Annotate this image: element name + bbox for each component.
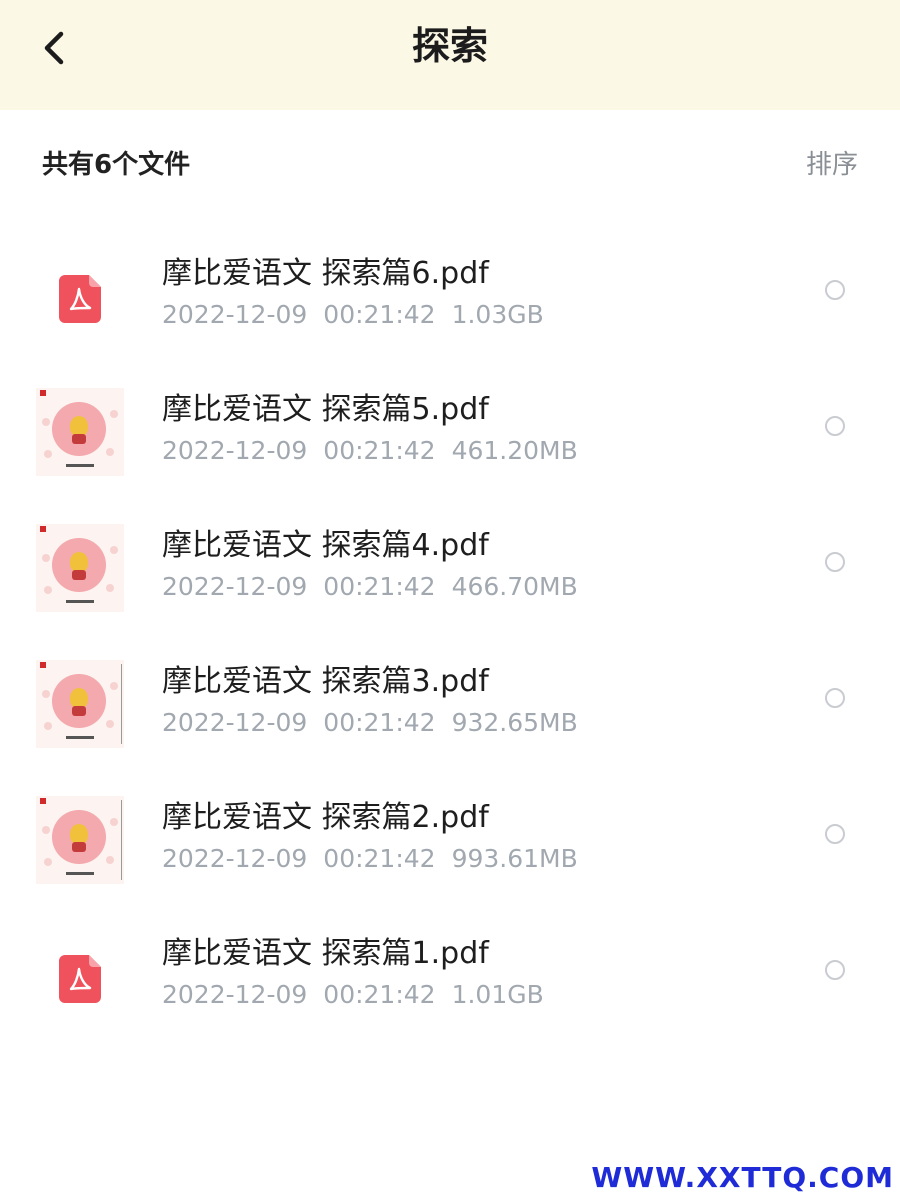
file-row[interactable]: 摩比爱语文 探索篇4.pdf 2022-12-09 00:21:42 466.70MB bbox=[0, 512, 900, 648]
select-radio[interactable] bbox=[825, 824, 845, 844]
file-time: 00:21:42 bbox=[323, 300, 436, 329]
file-time: 00:21:42 bbox=[323, 436, 436, 465]
file-meta: 2022-12-09 00:21:42 1.01GB bbox=[162, 978, 544, 1012]
select-radio[interactable] bbox=[825, 280, 845, 300]
file-size: 993.61MB bbox=[451, 844, 578, 873]
top-bar: 探索 bbox=[0, 0, 900, 110]
file-time: 00:21:42 bbox=[323, 572, 436, 601]
file-meta: 2022-12-09 00:21:42 993.61MB bbox=[162, 842, 578, 876]
file-size: 1.03GB bbox=[451, 300, 544, 329]
file-row[interactable]: 摩比爱语文 探索篇1.pdf 2022-12-09 00:21:42 1.01GB bbox=[0, 920, 900, 1056]
pdf-file-icon bbox=[59, 955, 101, 1003]
file-size: 466.70MB bbox=[451, 572, 578, 601]
file-date: 2022-12-09 bbox=[162, 844, 308, 873]
file-size: 932.65MB bbox=[451, 708, 578, 737]
file-name: 摩比爱语文 探索篇2.pdf bbox=[162, 800, 489, 835]
select-radio[interactable] bbox=[825, 552, 845, 572]
file-size: 461.20MB bbox=[451, 436, 578, 465]
file-name: 摩比爱语文 探索篇5.pdf bbox=[162, 392, 489, 427]
file-meta: 2022-12-09 00:21:42 932.65MB bbox=[162, 706, 578, 740]
file-row[interactable]: 摩比爱语文 探索篇6.pdf 2022-12-09 00:21:42 1.03GB bbox=[0, 240, 900, 376]
file-date: 2022-12-09 bbox=[162, 436, 308, 465]
book-cover-thumbnail bbox=[36, 660, 124, 748]
file-name: 摩比爱语文 探索篇6.pdf bbox=[162, 256, 489, 291]
file-meta: 2022-12-09 00:21:42 461.20MB bbox=[162, 434, 578, 468]
file-date: 2022-12-09 bbox=[162, 980, 308, 1009]
file-count: 共有6个文件 bbox=[42, 150, 191, 180]
file-date: 2022-12-09 bbox=[162, 300, 308, 329]
sort-button[interactable]: 排序 bbox=[806, 146, 858, 184]
file-date: 2022-12-09 bbox=[162, 708, 308, 737]
pdf-file-icon bbox=[59, 275, 101, 323]
file-row[interactable]: 摩比爱语文 探索篇3.pdf 2022-12-09 00:21:42 932.65MB bbox=[0, 648, 900, 784]
select-radio[interactable] bbox=[825, 688, 845, 708]
file-name: 摩比爱语文 探索篇3.pdf bbox=[162, 664, 489, 699]
book-cover-thumbnail bbox=[36, 524, 124, 612]
file-size: 1.01GB bbox=[451, 980, 544, 1009]
file-row[interactable]: 摩比爱语文 探索篇2.pdf 2022-12-09 00:21:42 993.61MB bbox=[0, 784, 900, 920]
file-time: 00:21:42 bbox=[323, 708, 436, 737]
file-row[interactable]: 摩比爱语文 探索篇5.pdf 2022-12-09 00:21:42 461.20MB bbox=[0, 376, 900, 512]
file-meta: 2022-12-09 00:21:42 466.70MB bbox=[162, 570, 578, 604]
file-name: 摩比爱语文 探索篇1.pdf bbox=[162, 936, 489, 971]
select-radio[interactable] bbox=[825, 960, 845, 980]
watermark: WWW.XXTTQ.COM bbox=[591, 1161, 894, 1194]
book-cover-thumbnail bbox=[36, 388, 124, 476]
select-radio[interactable] bbox=[825, 416, 845, 436]
file-date: 2022-12-09 bbox=[162, 572, 308, 601]
file-time: 00:21:42 bbox=[323, 844, 436, 873]
page-title: 探索 bbox=[411, 24, 488, 68]
file-name: 摩比爱语文 探索篇4.pdf bbox=[162, 528, 489, 563]
book-cover-thumbnail bbox=[36, 796, 124, 884]
file-meta: 2022-12-09 00:21:42 1.03GB bbox=[162, 298, 544, 332]
file-time: 00:21:42 bbox=[323, 980, 436, 1009]
